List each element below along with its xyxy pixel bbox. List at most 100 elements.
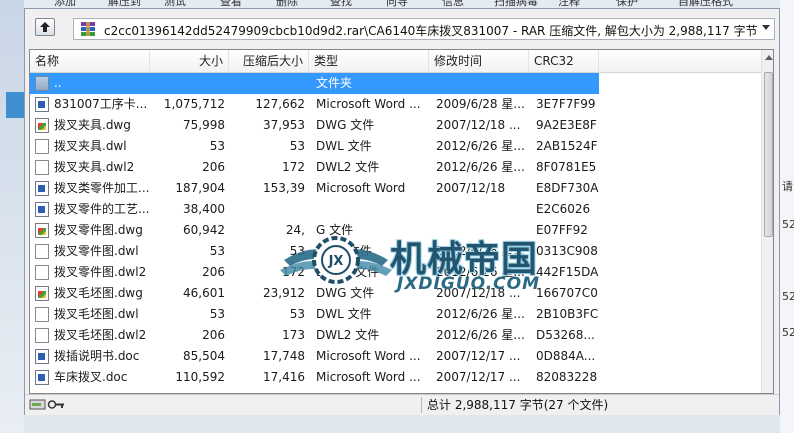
word-document-icon xyxy=(35,370,49,385)
column-packed-size[interactable]: 压缩后大小 xyxy=(229,50,309,72)
file-modified: 2012/6/26 星... xyxy=(436,244,525,258)
background-side-text: 52 xyxy=(782,326,794,339)
file-type: DWL2 文件 xyxy=(316,265,380,279)
file-packed-size: 37,953 xyxy=(263,118,305,132)
file-modified: 2007/12/18 ... xyxy=(436,118,521,132)
vertical-scrollbar[interactable] xyxy=(761,50,773,393)
file-crc32: E07FF92 xyxy=(536,223,588,237)
file-size: 53 xyxy=(209,307,225,321)
file-crc32: 9A2E3E8F xyxy=(536,118,597,132)
file-size: 75,998 xyxy=(183,118,225,132)
file-size: 206 xyxy=(202,328,225,342)
file-crc32: E2C6026 xyxy=(536,202,591,216)
file-size: 110,592 xyxy=(175,370,225,384)
file-crc32: 0D884A... xyxy=(536,349,596,363)
generic-file-icon xyxy=(35,160,49,175)
file-packed-size: 127,662 xyxy=(255,97,305,111)
file-row[interactable]: 拨叉零件图.dwg 60,942 24, G 文件 E07FF92 xyxy=(30,220,761,241)
column-modified[interactable]: 修改时间 xyxy=(429,50,529,72)
file-crc32: 0313C908 xyxy=(536,244,598,258)
file-type: DWL 文件 xyxy=(316,244,372,258)
file-row[interactable]: 车床拨叉.doc 110,592 17,416 Microsoft Word ... 2… xyxy=(30,367,761,388)
folder-icon xyxy=(35,76,49,91)
column-size[interactable]: 大小 xyxy=(150,50,229,72)
up-folder-button[interactable] xyxy=(35,18,55,36)
file-size: 38,400 xyxy=(183,202,225,216)
file-size: 60,942 xyxy=(183,223,225,237)
file-row[interactable]: 拨叉夹具.dwg 75,998 37,953 DWG 文件 2007/12/18 ...… xyxy=(30,115,761,136)
file-packed-size: 153,39 xyxy=(263,181,305,195)
generic-file-icon xyxy=(35,139,49,154)
file-row[interactable]: 拨叉类零件加工... 187,904 153,39 Microsoft Word 200… xyxy=(30,178,761,199)
file-row[interactable]: 拨叉毛坯图.dwl2 206 173 DWL2 文件 2012/6/26 星... D53… xyxy=(30,325,761,346)
word-document-icon xyxy=(35,181,49,196)
scroll-up-icon[interactable] xyxy=(765,55,773,60)
file-packed-size: 24, xyxy=(285,223,305,237)
drive-and-key-icon[interactable] xyxy=(29,398,65,411)
file-modified: 2012/6/26 星... xyxy=(436,307,525,321)
file-name: 831007工序卡... xyxy=(54,97,148,111)
file-row[interactable]: 拨叉夹具.dwl2 206 172 DWL2 文件 2012/6/26 星... 8F07… xyxy=(30,157,761,178)
file-size: 53 xyxy=(209,244,225,258)
file-type: DWG 文件 xyxy=(316,118,375,132)
status-bar: 总计 2,988,117 字节(27 个文件) xyxy=(25,394,779,415)
file-row[interactable]: 831007工序卡... 1,075,712 127,662 Microsoft Wo… xyxy=(30,94,761,115)
chevron-down-icon[interactable] xyxy=(762,25,770,30)
background-side-text: 请 xyxy=(782,180,793,193)
path-text: c2cc01396142dd52479909cbcb10d9d2.rar\CA6… xyxy=(104,24,758,38)
file-row[interactable]: 拨叉零件图.dwl2 206 172 DWL2 文件 2012/6/26 星... 442… xyxy=(30,262,761,283)
file-name: 拨叉毛坯图.dwl2 xyxy=(54,328,147,342)
file-list[interactable]: 名称 大小 压缩后大小 类型 修改时间 CRC32 .. 文件夹 831007工… xyxy=(29,49,774,394)
file-name: 拨叉零件的工艺... xyxy=(54,202,150,216)
file-type: DWL 文件 xyxy=(316,139,372,153)
file-name: 拨叉毛坯图.dwg xyxy=(54,286,143,300)
file-crc32: 82083228 xyxy=(536,370,598,384)
scrollbar-thumb[interactable] xyxy=(764,72,773,237)
file-packed-size: 53 xyxy=(289,139,305,153)
file-name: 车床拨叉.doc xyxy=(54,370,128,384)
column-crc32[interactable]: CRC32 xyxy=(529,50,599,72)
file-size: 46,601 xyxy=(183,286,225,300)
file-modified xyxy=(432,199,529,220)
file-type: Microsoft Word ... xyxy=(316,97,421,111)
file-name: 拨叉夹具.dwg xyxy=(54,118,131,132)
parent-folder-type: 文件夹 xyxy=(316,76,353,90)
file-type: Microsoft Word xyxy=(316,181,406,195)
file-row[interactable]: 拨叉毛坯图.dwg 46,601 23,912 DWG 文件 2007/12/18 ..… xyxy=(30,283,761,304)
file-size: 85,504 xyxy=(183,349,225,363)
status-total: 总计 2,988,117 字节(27 个文件) xyxy=(427,398,609,412)
column-type[interactable]: 类型 xyxy=(309,50,429,72)
file-row[interactable]: 拨叉毛坯图.dwl 53 53 DWL 文件 2012/6/26 星... 2B10B3F… xyxy=(30,304,761,325)
file-type: DWG 文件 xyxy=(316,286,375,300)
file-type: DWL2 文件 xyxy=(316,160,380,174)
file-modified: 2009/6/28 星... xyxy=(436,97,525,111)
generic-file-icon xyxy=(35,265,49,280)
word-document-icon xyxy=(35,97,49,112)
file-packed-size: 17,416 xyxy=(263,370,305,384)
file-modified: 2012/6/26 星... xyxy=(436,160,525,174)
file-type: DWL 文件 xyxy=(316,307,372,321)
file-crc32: 166707C0 xyxy=(536,286,598,300)
file-name: 拨叉夹具.dwl xyxy=(54,139,127,153)
path-field[interactable]: c2cc01396142dd52479909cbcb10d9d2.rar\CA6… xyxy=(73,18,775,40)
file-packed-size: 53 xyxy=(289,244,305,258)
background-panel xyxy=(6,92,24,118)
file-row[interactable]: 拨叉零件图.dwl 53 53 DWL 文件 2012/6/26 星... 0313C90… xyxy=(30,241,761,262)
file-crc32: 3E7F7F99 xyxy=(536,97,596,111)
column-name[interactable]: 名称 xyxy=(30,50,150,72)
generic-file-icon xyxy=(35,307,49,322)
file-size: 1,075,712 xyxy=(163,97,225,111)
file-row[interactable]: 拨叉零件的工艺... 38,400 E2C6026 xyxy=(30,199,761,220)
file-crc32: 2B10B3FC xyxy=(536,307,599,321)
generic-file-icon xyxy=(35,328,49,343)
file-type: Microsoft Word ... xyxy=(316,370,421,384)
file-modified: 2012/6/26 星... xyxy=(436,328,525,342)
dwg-file-icon xyxy=(35,118,49,133)
parent-folder-row[interactable]: .. 文件夹 xyxy=(30,73,599,94)
background-window-right: 请 52 52 52 xyxy=(780,0,794,433)
status-divider xyxy=(421,397,422,413)
file-row[interactable]: 拨插说明书.doc 85,504 17,748 Microsoft Word ... 2… xyxy=(30,346,761,367)
file-modified xyxy=(432,220,529,241)
file-type: Microsoft Word ... xyxy=(316,349,421,363)
file-row[interactable]: 拨叉夹具.dwl 53 53 DWL 文件 2012/6/26 星... 2AB1524F xyxy=(30,136,761,157)
